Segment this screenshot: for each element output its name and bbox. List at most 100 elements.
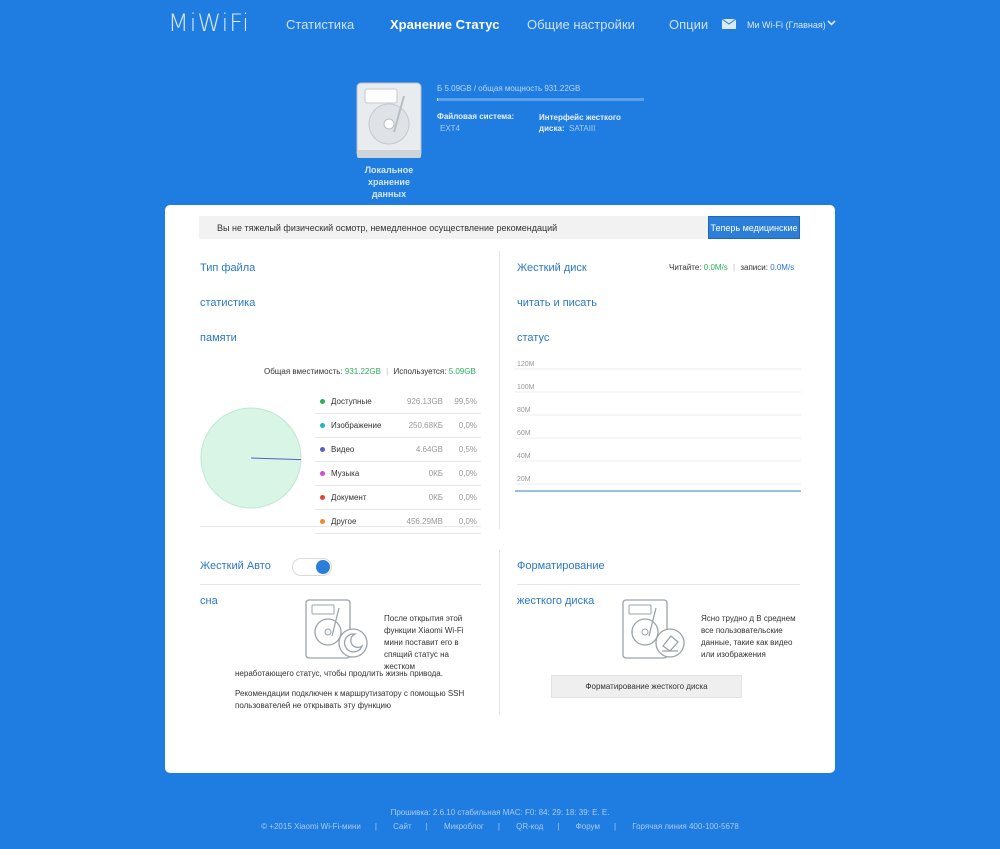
disk-io-title-2: читать и писать [517,297,597,309]
legend-size: 4.64GB [415,445,443,454]
legend-name: Доступные [331,397,372,406]
hdd-sleep-icon [305,599,368,659]
footer-link-forum[interactable]: Форум [576,822,600,831]
divider [517,584,800,585]
read-label: Читайте: [669,263,702,272]
legend-color-dot [320,471,325,476]
legend-percent: 0,0% [458,421,477,430]
legend-color-dot [320,399,325,404]
file-type-title-2: статистика [200,297,256,309]
file-type-title-3: памяти [200,332,237,344]
chart-y-tick-label: 120M [517,361,535,368]
format-description: Ясно трудно д В среднем все пользователь… [701,614,796,659]
local-storage-caption: Локальное хранение данных [364,165,414,199]
chevron-down-icon[interactable] [827,20,836,26]
main-panel: Вы не тяжелый физический осмотр, немедле… [165,205,835,773]
legend-size: 0КБ [428,469,443,478]
auto-sleep-title: Жесткий Авто [200,560,271,572]
usage-bar-fill [437,98,439,101]
legend-percent: 0,0% [458,493,477,502]
chart-y-tick-label: 40M [517,453,531,460]
storage-legend: Доступные 926.13GB 99,5% Изображение 250.68К… [315,390,481,534]
legend-row: Другое 456.29MB 0,0% [315,510,481,534]
legend-row: Доступные 926.13GB 99,5% [315,390,481,414]
router-name[interactable]: Ми Wi-Fi (Главная) [747,20,826,30]
format-title: Форматирование [517,560,605,572]
legend-name: Видео [331,445,355,454]
divider [200,526,481,527]
capacity-summary: Общая вместимость: 931.22GB | Использует… [264,367,476,376]
auto-sleep-description: После открытия этой функции Xiaomi Wi-Fi… [384,614,464,671]
legend-name: Изображение [331,421,382,430]
format-title-2: жесткого диска [517,595,595,607]
usage-bar [437,98,644,101]
legend-name: Музыка [331,469,360,478]
write-label: записи: [740,263,768,272]
file-type-title: Тип файла [200,262,256,274]
alert-text: Вы не тяжелый физический осмотр, немедле… [217,223,558,233]
footer-link-qr[interactable]: QR-код [516,822,543,831]
legend-color-dot [320,447,325,452]
legend-percent: 0,0% [458,517,477,526]
logo[interactable]: MiWiFi [168,9,250,37]
legend-percent: 99,5% [454,397,477,406]
hard-drive-icon [356,82,422,158]
fs-value: EXT4 [440,124,461,133]
legend-color-dot [320,519,325,524]
total-capacity-label: Общая вместимость: [264,367,343,376]
check-now-button[interactable]: Теперь медицинские [708,216,800,239]
nav-statistics[interactable]: Статистика [286,17,354,32]
legend-row: Изображение 250.68КБ 0,0% [315,414,481,438]
legend-name: Документ [331,493,367,502]
footer-link-microblog[interactable]: Микроблог [444,822,484,831]
legend-color-dot [320,495,325,500]
disk-io-title-3: статус [517,332,550,344]
chart-y-tick-label: 60M [517,430,531,437]
copyright: © +2015 Xiaomi Wi-Fi-мини [261,822,361,831]
legend-percent: 0,5% [458,445,477,454]
storage-pie-chart [200,407,302,509]
hdd-format-icon [622,599,685,659]
legend-color-dot [320,423,325,428]
legend-size: 0КБ [428,493,443,502]
disk-io-chart: 120M 100M 80M 60M 40M 20M [515,361,801,492]
divider [200,584,481,585]
chart-y-tick-label: 100M [517,384,535,391]
toggle-knob [316,560,330,574]
legend-row: Видео 4.64GB 0,5% [315,438,481,462]
io-speed: Читайте: 0.0M/s | записи: 0.0M/s [669,263,795,272]
auto-sleep-toggle[interactable] [292,558,332,576]
usage-text: Б 5.09GB / общая мощность 931.22GB [437,84,581,93]
write-value: 0.0M/s [770,263,795,272]
nav-storage-status[interactable]: Хранение Статус [390,17,499,32]
footer-link-hotline[interactable]: Горячая линия 400-100-5678 [632,822,739,831]
legend-name: Другое [331,517,357,526]
nav-general-settings[interactable]: Общие настройки [527,17,635,32]
column-divider [499,550,500,715]
legend-row: Музыка 0КБ 0,0% [315,462,481,486]
format-disk-button[interactable]: Форматирование жесткого диска [551,675,742,698]
column-divider [499,251,500,529]
used-label: Используется: [393,367,447,376]
footer-link-site[interactable]: Сайт [393,822,411,831]
interface-value: SATAIII [569,124,596,133]
mail-icon[interactable] [722,19,736,29]
nav-options[interactable]: Опции [669,17,708,32]
legend-size: 250.68КБ [408,421,443,430]
auto-sleep-title-2: сна [200,595,218,607]
footer-links: © +2015 Xiaomi Wi-Fi-мини | Сайт | Микробл… [261,822,739,831]
total-capacity-value: 931.22GB [344,367,381,376]
legend-row: Документ 0КБ 0,0% [315,486,481,510]
auto-sleep-note: Рекомендации подключен к маршрутизатору … [235,689,465,710]
chart-y-tick-label: 20M [517,476,531,483]
legend-size: 926.13GB [406,397,443,406]
firmware-info: Прошивка: 2.6.10 стабильная MAC: F0: 84:… [390,808,610,817]
fs-label: Файловая система: [437,112,515,121]
auto-sleep-description-2: неработающего статус, чтобы продлить жиз… [235,669,443,678]
used-value: 5.09GB [448,367,476,376]
disk-io-title: Жесткий диск [517,262,587,274]
legend-percent: 0,0% [458,469,477,478]
read-value: 0.0M/s [703,263,728,272]
legend-size: 456.29MB [406,517,443,526]
chart-y-tick-label: 80M [517,407,531,414]
